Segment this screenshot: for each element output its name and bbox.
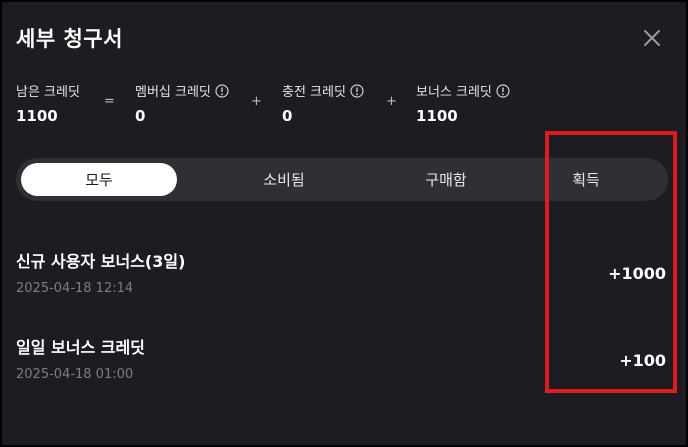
info-icon[interactable] xyxy=(496,83,510,98)
charged-credit-value: 0 xyxy=(282,107,293,125)
transaction-amount: +1000 xyxy=(608,264,666,283)
membership-credit-label: 멤버십 크레딧 xyxy=(135,81,229,100)
transaction-title: 신규 사용자 보너스(3일) xyxy=(16,252,186,271)
info-icon[interactable] xyxy=(215,83,229,98)
transaction-date: 2025-04-18 01:00 xyxy=(16,367,134,382)
tab-consumed[interactable]: 소비됨 xyxy=(206,163,362,196)
bonus-credit-value: 1100 xyxy=(416,107,458,125)
transaction-amount: +100 xyxy=(619,351,666,370)
transaction-date: 2025-04-18 12:14 xyxy=(16,281,134,296)
remaining-credit-value: 1100 xyxy=(16,107,58,125)
remaining-credit-label: 남은 크레딧 xyxy=(16,85,80,100)
billing-detail-dialog: 세부 청구서 남은 크레딧 1100 = 멤버십 크레딧 0 + 충전 크레딧 xyxy=(2,2,686,445)
plus-sign: + xyxy=(251,94,262,109)
membership-credit-value: 0 xyxy=(135,107,146,125)
close-icon[interactable] xyxy=(642,28,662,48)
filter-tab-bar: 모두 소비됨 구매함 획득 xyxy=(16,158,668,201)
tab-purchased[interactable]: 구매함 xyxy=(368,163,524,196)
dialog-title: 세부 청구서 xyxy=(16,27,123,51)
tab-all[interactable]: 모두 xyxy=(21,163,177,196)
equals-sign: = xyxy=(104,94,115,109)
tab-earned[interactable]: 획득 xyxy=(508,163,664,196)
transaction-title: 일일 보너스 크레딧 xyxy=(16,338,145,357)
charged-credit-label: 충전 크레딧 xyxy=(282,81,364,100)
bonus-credit-label: 보너스 크레딧 xyxy=(416,81,510,100)
info-icon[interactable] xyxy=(350,83,364,98)
plus-sign: + xyxy=(386,94,397,109)
